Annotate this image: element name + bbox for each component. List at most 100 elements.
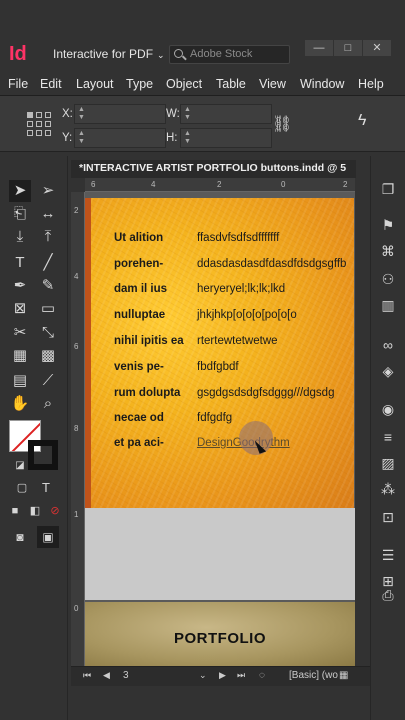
direct-selection-tool-icon[interactable]: ➢ [37, 180, 59, 202]
document-tab[interactable]: *INTERACTIVE ARTIST PORTFOLIO buttons.in… [79, 162, 354, 174]
ruler-h-label: 2 [343, 180, 348, 189]
note-tool-icon[interactable]: ▤ [9, 370, 31, 392]
w-field[interactable] [180, 104, 272, 124]
gap-tool-icon[interactable]: ↔ [37, 203, 59, 225]
y-stepper-icon[interactable]: ▲ ▼ [78, 130, 86, 146]
menu-window[interactable]: Window [300, 77, 344, 91]
page-number-field[interactable]: 3 [123, 670, 129, 681]
stroke-swatch[interactable] [28, 440, 58, 470]
form-row-value[interactable]: ddasdasdasdfdasdfdsdgsgffb [197, 258, 346, 270]
formatting-container-icon[interactable]: ▢ [11, 477, 33, 499]
type-tool-icon[interactable]: T [9, 252, 31, 274]
gradient-panel-icon[interactable]: ▨ [377, 452, 399, 474]
close-button[interactable]: ✕ [363, 40, 391, 56]
zoom-tool-icon[interactable]: ⌕ [37, 393, 59, 415]
ruler-h-label: 6 [91, 180, 96, 189]
page-tool-icon[interactable]: ⎗ [9, 203, 31, 225]
pencil-tool-icon[interactable]: ✎ [37, 275, 59, 297]
reference-point-icon[interactable] [27, 112, 51, 136]
document-page[interactable]: Ut alition ffasdvfsdfsdfffffff porehen- … [85, 192, 355, 666]
export-panel-icon[interactable]: ⎙ [377, 584, 399, 606]
menu-file[interactable]: File [8, 77, 28, 91]
form-row-value[interactable]: ffasdvfsdfsdfffffff [197, 232, 279, 244]
ruler-v-label: 4 [74, 272, 79, 281]
eyedropper-tool-icon[interactable]: ⟋ [37, 370, 59, 392]
maximize-button[interactable]: □ [334, 40, 362, 56]
yellow-texture-frame[interactable] [85, 198, 354, 508]
apply-none-icon[interactable]: ⊘ [44, 500, 66, 522]
gradient-feather-tool-icon[interactable]: ▩ [37, 345, 59, 367]
align-panel-icon[interactable]: ☰ [377, 544, 399, 566]
pages-panel-icon[interactable]: ❐ [377, 178, 399, 200]
horizontal-ruler[interactable]: 6 4 2 0 2 [85, 178, 355, 192]
selection-tool-icon[interactable]: ➤ [9, 180, 31, 202]
free-transform-tool-icon[interactable]: ⤡ [37, 322, 59, 344]
gray-band-frame[interactable] [85, 508, 355, 600]
previous-page-icon[interactable]: ◀ [103, 670, 110, 681]
menu-table[interactable]: Table [216, 77, 246, 91]
scissors-tool-icon[interactable]: ✂ [9, 322, 31, 344]
apply-color-icon[interactable]: ■ [4, 500, 26, 522]
first-page-icon[interactable]: ⏮ [83, 670, 91, 681]
default-colors-icon[interactable]: ◪ [9, 455, 31, 477]
menu-type[interactable]: Type [126, 77, 153, 91]
h-label: H: [166, 132, 178, 144]
form-row-value[interactable]: fdfgdfg [197, 412, 232, 424]
screen-mode-icon[interactable]: ▣ [37, 526, 59, 548]
minimize-button[interactable]: — [305, 40, 333, 56]
form-row-value[interactable]: heryeryel;lk;lk;lkd [197, 283, 285, 295]
bookmarks-panel-icon[interactable]: ⚑ [377, 214, 399, 236]
h-field[interactable] [180, 128, 272, 148]
menu-bar: File Edit Layout Type Object Table View … [0, 72, 405, 96]
buttons-panel-icon[interactable]: ⌘ [377, 240, 399, 262]
effects-panel-icon[interactable]: ⁂ [377, 478, 399, 500]
menu-object[interactable]: Object [166, 77, 202, 91]
gradient-swatch-tool-icon[interactable]: ▦ [9, 345, 31, 367]
form-row-value[interactable]: fbdfgbdf [197, 361, 239, 373]
status-bar: ⏮ ◀ 3 ⌄ ▶ ⏭ ◌ [Basic] (wo ▦ [71, 666, 370, 686]
last-page-icon[interactable]: ⏭ [237, 670, 245, 681]
x-field[interactable] [74, 104, 166, 124]
form-row-label: Ut alition [114, 232, 164, 244]
h-stepper-icon[interactable]: ▲ ▼ [184, 130, 192, 146]
workspace-switcher[interactable]: Interactive for PDF ⌄ [53, 47, 165, 61]
formatting-text-icon[interactable]: T [35, 477, 57, 499]
menu-layout[interactable]: Layout [76, 77, 114, 91]
links-panel-icon[interactable]: ∞ [377, 334, 399, 356]
swatches-panel-icon[interactable]: ◉ [377, 398, 399, 420]
quick-actions-icon[interactable]: ϟ [358, 112, 366, 130]
x-stepper-icon[interactable]: ▲ ▼ [78, 106, 86, 122]
page-menu-chevron-icon[interactable]: ⌄ [199, 670, 207, 681]
form-row-label: et pa aci- [114, 437, 164, 449]
vertical-ruler[interactable]: 2 4 6 8 1 0 [71, 192, 85, 666]
layout-grid-icon[interactable]: ▦ [339, 670, 348, 681]
line-tool-icon[interactable]: ╱ [37, 252, 59, 274]
form-row-value[interactable]: rtertewtetwetwe [197, 335, 278, 347]
next-page-icon[interactable]: ▶ [219, 670, 226, 681]
form-row-value[interactable]: gsgdgsdsdgfsdggg///dgsdg [197, 387, 334, 399]
form-row-label: nulluptae [114, 309, 166, 321]
menu-help[interactable]: Help [358, 77, 384, 91]
hand-tool-icon[interactable]: ✋ [9, 393, 31, 415]
content-collector-icon[interactable]: ⤓ [9, 226, 31, 248]
adobe-stock-search[interactable]: Adobe Stock [169, 45, 290, 64]
ruler-v-label: 8 [74, 424, 79, 433]
pen-tool-icon[interactable]: ✒ [9, 275, 31, 297]
object-states-icon[interactable]: ⚇ [377, 268, 399, 290]
menu-edit[interactable]: Edit [40, 77, 62, 91]
rectangle-tool-icon[interactable]: ▭ [37, 298, 59, 320]
form-row-value[interactable]: jhkjhkp[o[o[o[po[o[o [197, 309, 297, 321]
apply-gradient-icon[interactable]: ◧ [24, 500, 46, 522]
library-panel-icon[interactable]: ▥ [377, 294, 399, 316]
stroke-panel-icon[interactable]: ≡ [377, 426, 399, 448]
menu-view[interactable]: View [259, 77, 286, 91]
rectangle-frame-tool-icon[interactable]: ⊠ [9, 298, 31, 320]
content-placer-icon[interactable]: ⤒ [37, 226, 59, 248]
text-wrap-panel-icon[interactable]: ⊡ [377, 506, 399, 528]
y-field[interactable] [74, 128, 166, 148]
constrain-proportions-icon[interactable]: ⛓ [272, 114, 292, 134]
normal-view-icon[interactable]: ◙ [9, 526, 31, 548]
layers-panel-icon[interactable]: ◈ [377, 360, 399, 382]
w-stepper-icon[interactable]: ▲ ▼ [184, 106, 192, 122]
preflight-icon[interactable]: ◌ [259, 670, 265, 681]
